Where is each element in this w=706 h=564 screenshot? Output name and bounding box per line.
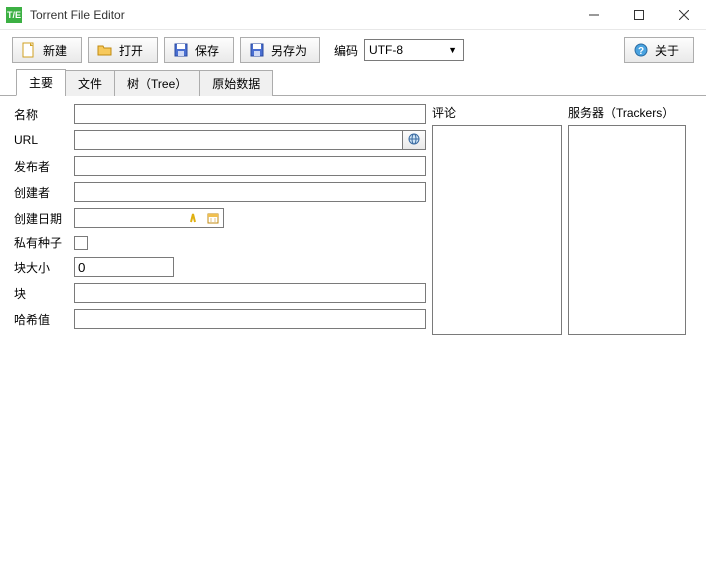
comments-column: 评论 <box>432 104 562 335</box>
open-button[interactable]: 打开 <box>88 37 158 63</box>
close-button[interactable] <box>661 0 706 30</box>
creator-label: 创建者 <box>14 184 74 201</box>
comments-listbox[interactable] <box>432 125 562 335</box>
tab-raw[interactable]: 原始数据 <box>199 70 273 96</box>
toolbar: 新建 打开 保存 另存为 编码 UTF-8 ▼ ? 关于 <box>0 30 706 70</box>
created-date-input[interactable] <box>74 208 224 228</box>
chevron-down-icon: ▼ <box>448 45 457 55</box>
save-button[interactable]: 保存 <box>164 37 234 63</box>
svg-text:?: ? <box>638 46 644 57</box>
hash-input[interactable] <box>74 309 426 329</box>
file-new-icon <box>21 42 37 58</box>
tab-files[interactable]: 文件 <box>65 70 115 96</box>
window-title: Torrent File Editor <box>30 8 125 22</box>
creator-input[interactable] <box>74 182 426 202</box>
url-label: URL <box>14 133 74 147</box>
window-controls <box>571 0 706 30</box>
tab-main[interactable]: 主要 <box>16 69 66 96</box>
trackers-listbox[interactable] <box>568 125 686 335</box>
trackers-label: 服务器（Trackers） <box>568 104 686 121</box>
globe-icon <box>408 133 420 148</box>
saveas-icon <box>249 42 265 58</box>
tab-tree[interactable]: 树（Tree） <box>114 70 200 96</box>
new-label: 新建 <box>43 42 67 59</box>
clear-date-icon[interactable] <box>187 210 203 226</box>
piecesize-input[interactable] <box>74 257 174 277</box>
form-panel: 名称 URL 发布者 创建者 创建日期 <box>14 104 426 335</box>
minimize-button[interactable] <box>571 0 616 30</box>
new-button[interactable]: 新建 <box>12 37 82 63</box>
publisher-label: 发布者 <box>14 158 74 175</box>
comments-label: 评论 <box>432 104 562 121</box>
encoding-value: UTF-8 <box>369 43 403 57</box>
saveas-button[interactable]: 另存为 <box>240 37 320 63</box>
private-checkbox[interactable] <box>74 236 88 250</box>
publisher-input[interactable] <box>74 156 426 176</box>
name-label: 名称 <box>14 106 74 123</box>
save-icon <box>173 42 189 58</box>
hash-label: 哈希值 <box>14 311 74 328</box>
titlebar: T/E Torrent File Editor <box>0 0 706 30</box>
name-input[interactable] <box>74 104 426 124</box>
help-icon: ? <box>633 42 649 58</box>
url-browse-button[interactable] <box>402 130 426 150</box>
encoding-select[interactable]: UTF-8 ▼ <box>364 39 464 61</box>
encoding-label: 编码 <box>334 42 358 59</box>
saveas-label: 另存为 <box>271 42 307 59</box>
open-label: 打开 <box>119 42 143 59</box>
tabs: 主要 文件 树（Tree） 原始数据 <box>0 70 706 96</box>
private-label: 私有种子 <box>14 234 74 251</box>
pieces-input[interactable] <box>74 283 426 303</box>
content: 名称 URL 发布者 创建者 创建日期 <box>0 96 706 349</box>
save-label: 保存 <box>195 42 219 59</box>
app-logo-icon: T/E <box>6 7 22 23</box>
calendar-icon[interactable] <box>205 210 221 226</box>
folder-open-icon <box>97 42 113 58</box>
about-label: 关于 <box>655 42 679 59</box>
piecesize-label: 块大小 <box>14 259 74 276</box>
maximize-button[interactable] <box>616 0 661 30</box>
created-label: 创建日期 <box>14 210 74 227</box>
trackers-column: 服务器（Trackers） <box>568 104 686 335</box>
about-button[interactable]: ? 关于 <box>624 37 694 63</box>
url-input[interactable] <box>74 130 402 150</box>
pieces-label: 块 <box>14 285 74 302</box>
